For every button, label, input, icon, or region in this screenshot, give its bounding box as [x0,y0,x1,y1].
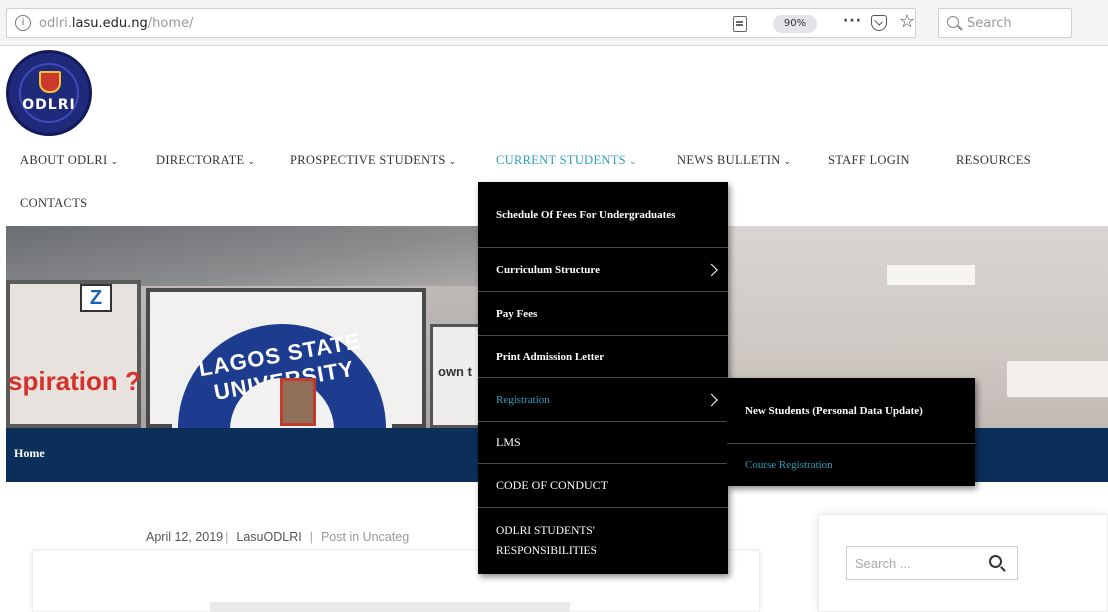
chevron-down-icon: ⌄ [628,156,637,166]
page-actions-icon[interactable]: ··· [843,13,862,29]
nav-current-students[interactable]: CURRENT STUDENTS ⌄ [496,153,637,168]
sidebar-search-placeholder: Search ... [855,556,911,571]
post-title-placeholder [210,602,570,612]
url-text[interactable]: odlri.lasu.edu.ng/home/ [39,16,193,31]
menu-item-curriculum-structure[interactable]: Curriculum Structure [478,248,728,292]
browser-search-bar[interactable]: Search [938,8,1072,38]
chevron-down-icon: ⌄ [247,156,256,166]
logo-text: ODLRI [22,97,76,113]
submenu-item-new-students[interactable]: New Students (Personal Data Update) [727,378,975,444]
menu-item-code-of-conduct[interactable]: CODE OF CONDUCT [478,464,728,508]
nav-news-bulletin[interactable]: NEWS BULLETIN ⌄ [677,153,791,168]
nav-contacts[interactable]: CONTACTS [20,196,87,211]
chevron-down-icon: ⌄ [783,156,792,166]
url-bar[interactable]: i odlri.lasu.edu.ng/home/ 90% ··· ☆ [6,8,916,38]
nav-prospective-students[interactable]: PROSPECTIVE STUDENTS ⌄ [290,153,457,168]
zoom-level-badge[interactable]: 90% [773,15,817,33]
browser-search-placeholder: Search [967,16,1012,31]
logo-shield-icon [39,71,61,93]
menu-item-students-responsibilities[interactable]: ODLRI STUDENTS' RESPONSIBILITIES [478,508,728,574]
current-students-dropdown: Schedule Of Fees For Undergraduates Curr… [478,182,728,574]
menu-item-registration[interactable]: Registration [478,378,728,422]
meta-separator: | [309,530,313,544]
site-logo[interactable]: ODLRI [6,50,92,136]
post-author[interactable]: LasuODLRI [236,530,301,544]
menu-item-pay-fees[interactable]: Pay Fees [478,292,728,336]
reader-view-icon[interactable] [733,16,747,32]
chevron-right-icon [705,263,718,276]
search-icon[interactable] [989,555,1002,568]
chevron-down-icon: ⌄ [110,156,119,166]
hero-window [6,280,141,428]
sidebar-search-input[interactable]: Search ... [846,546,1018,580]
info-icon[interactable]: i [15,15,31,31]
registration-submenu: New Students (Personal Data Update) Cour… [727,378,975,486]
hero-poster-text: own t [438,364,472,379]
hero-z-logo: Z [80,284,112,312]
bookmark-star-icon[interactable]: ☆ [899,11,915,32]
post-meta: April 12, 2019 | LasuODLRI | Post in Uncateg [146,530,409,544]
post-category[interactable]: Post in Uncateg [321,530,409,544]
nav-directorate[interactable]: DIRECTORATE ⌄ [156,153,255,168]
chevron-down-icon: ⌄ [448,156,457,166]
pocket-icon[interactable] [871,15,887,31]
menu-item-lms[interactable]: LMS [478,422,728,464]
submenu-item-course-registration[interactable]: Course Registration [727,444,975,486]
hero-portrait [280,378,316,426]
hero-air-conditioner [1006,360,1108,398]
search-icon [947,16,959,28]
nav-staff-login[interactable]: STAFF LOGIN [828,153,910,168]
hero-sign-text: spiration ? [8,366,141,396]
chevron-right-icon [705,393,718,406]
post-date[interactable]: April 12, 2019 [146,530,223,544]
meta-separator: | [225,530,229,544]
menu-item-print-admission-letter[interactable]: Print Admission Letter [478,336,728,378]
nav-about-odlri[interactable]: ABOUT ODLRI ⌄ [20,153,118,168]
browser-toolbar: i odlri.lasu.edu.ng/home/ 90% ··· ☆ Sear… [0,0,1108,46]
nav-resources[interactable]: RESOURCES [956,153,1031,168]
breadcrumb-home-link[interactable]: Home [14,446,45,461]
hero-ceiling-light [886,264,976,286]
menu-item-schedule-of-fees[interactable]: Schedule Of Fees For Undergraduates [478,182,728,248]
